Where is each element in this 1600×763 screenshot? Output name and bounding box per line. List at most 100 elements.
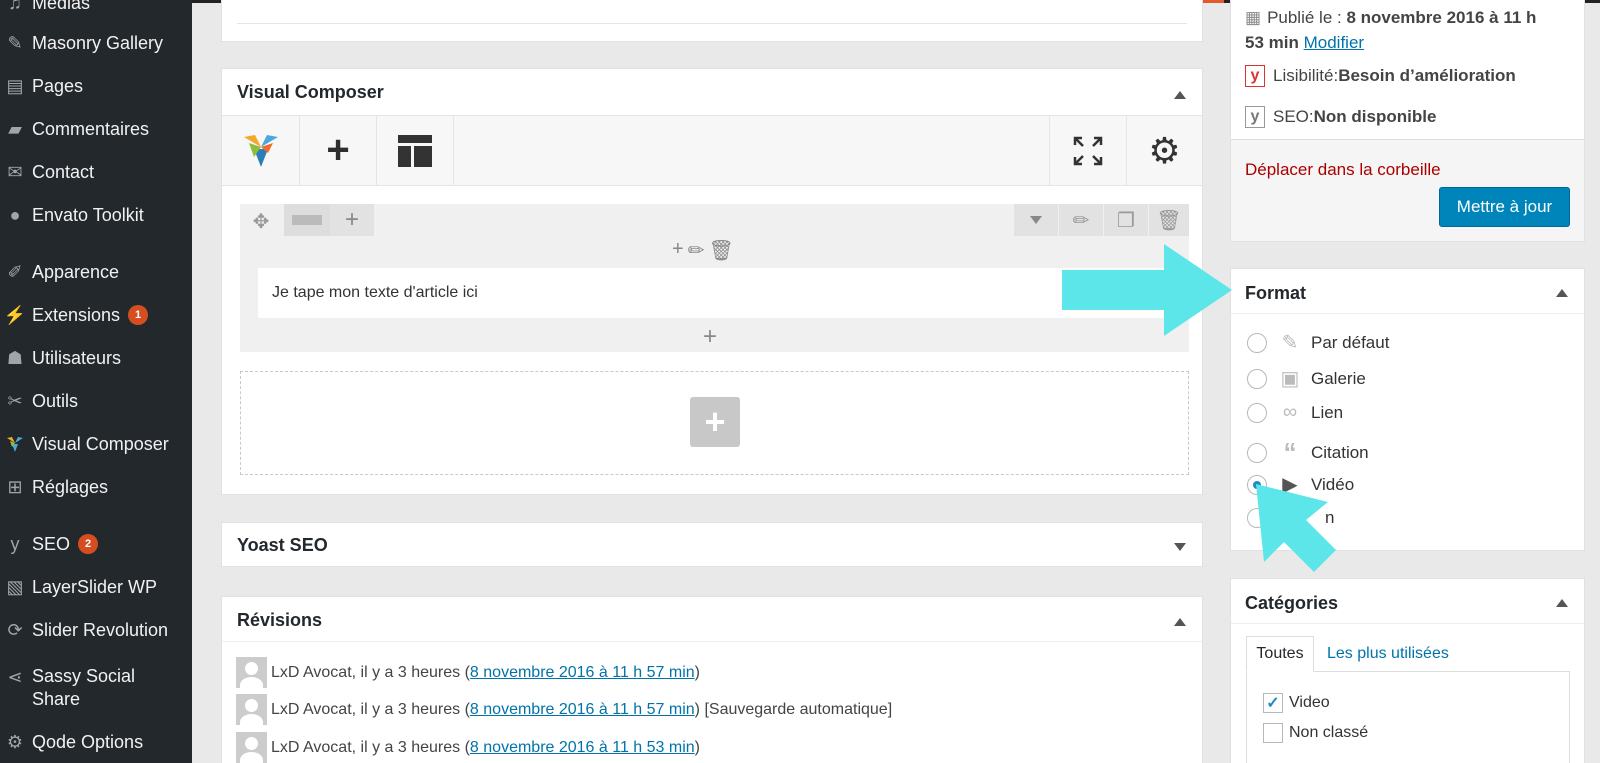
checkbox-checked[interactable]: ✓ <box>1263 693 1283 713</box>
sidebar-item-commentaires[interactable]: ▰ Commentaires <box>0 117 192 141</box>
calendar-icon: ▦ <box>1245 8 1262 27</box>
gear-icon: ⚙ <box>1148 129 1181 171</box>
brush-icon: ✐ <box>7 261 23 282</box>
sidebar-item-utilisateurs[interactable]: ☗ Utilisateurs <box>0 346 192 370</box>
vc-icon <box>0 435 32 453</box>
sidebar-item-reglages[interactable]: ⊞ Réglages <box>0 475 192 499</box>
revision-date-link[interactable]: 8 novembre 2016 à 11 h 53 min <box>470 739 695 757</box>
text-block-content: Je tape mon texte d'article ici <box>272 284 478 301</box>
mail-icon: ✉ <box>7 161 23 182</box>
sidebar-item-sassy-social-share[interactable]: ⋖ Sassy Social Share <box>0 665 192 713</box>
checkbox[interactable] <box>1263 723 1283 743</box>
radio-button[interactable] <box>1247 402 1267 423</box>
sidebar-item-extensions[interactable]: ⚡ Extensions 1 <box>0 303 192 327</box>
radio-button[interactable] <box>1247 442 1267 463</box>
move-to-trash-link[interactable]: Déplacer dans la corbeille <box>1245 160 1441 180</box>
plus-icon[interactable]: + <box>672 238 684 263</box>
gear-icon: ⚙ <box>6 731 24 752</box>
sidebar-item-visual-composer[interactable]: Visual Composer <box>0 432 192 456</box>
collapse-toggle-icon[interactable] <box>1556 289 1568 297</box>
revision-author: LxD Avocat, il y a 3 heures ( <box>271 738 470 756</box>
trash-icon[interactable]: 🗑 <box>708 238 733 263</box>
refresh-icon: ⟳ <box>7 619 23 640</box>
category-item-non-classe[interactable]: Non classé <box>1263 723 1368 743</box>
layout-template-icon <box>398 134 432 167</box>
fullscreen-button[interactable] <box>1049 116 1126 185</box>
pin-icon: ✎ <box>7 32 23 53</box>
sidebar-item-pages[interactable]: ▤ Pages <box>0 74 192 98</box>
yoast-title: Yoast SEO <box>237 535 328 555</box>
category-item-video[interactable]: ✓ Video <box>1263 693 1330 713</box>
format-option-default[interactable]: ✎ Par défaut <box>1247 330 1389 355</box>
add-element-in-column-icon[interactable]: + <box>703 323 717 351</box>
sidebar-item-envato-toolkit[interactable]: ● Envato Toolkit <box>0 203 192 227</box>
media-icon: ♫ <box>8 0 22 13</box>
yoast-red-icon: y <box>1245 65 1265 87</box>
add-element-button[interactable]: + <box>300 116 377 185</box>
sidebar-item-apparence[interactable]: ✐ Apparence <box>0 260 192 284</box>
sidebar-item-qode-options[interactable]: ⚙ Qode Options <box>0 730 192 754</box>
yoast-seo-box[interactable]: Yoast SEO <box>221 522 1203 567</box>
update-button[interactable]: Mettre à jour <box>1439 187 1570 227</box>
clone-row-button[interactable]: ❐ <box>1104 204 1148 236</box>
layers-icon: ▧ <box>6 576 24 597</box>
radio-button[interactable] <box>1247 332 1267 353</box>
edit-row-button[interactable]: ✏ <box>1059 204 1103 236</box>
yoast-gray-icon: y <box>1245 106 1265 128</box>
revision-date-link[interactable]: 8 novembre 2016 à 11 h 57 min <box>470 701 695 719</box>
revision-suffix: ) <box>694 663 700 681</box>
delete-row-button[interactable]: 🗑 <box>1149 204 1189 236</box>
yoast-icon: y <box>10 533 20 554</box>
drag-move-icon[interactable]: ✥ <box>244 208 278 234</box>
collapse-toggle-icon[interactable] <box>1174 618 1186 626</box>
text-block-element[interactable]: Je tape mon texte d'article ici <box>258 268 1174 318</box>
add-row-button[interactable]: + <box>690 397 740 447</box>
format-title: Format <box>1245 283 1307 303</box>
toggle-row-button[interactable] <box>1014 204 1058 236</box>
published-date: ▦ Publié le : 8 novembre 2016 à 11 h 53 m… <box>1245 8 1537 52</box>
modify-date-link[interactable]: Modifier <box>1304 33 1364 52</box>
pencil-icon[interactable]: ✏ <box>688 238 705 263</box>
format-option-link[interactable]: ∞ Lien <box>1247 401 1343 424</box>
editor-box-top <box>221 0 1203 42</box>
tab-most-used[interactable]: Les plus utilisées <box>1327 636 1449 672</box>
collapse-toggle-icon[interactable] <box>1556 599 1568 607</box>
templates-button[interactable] <box>377 116 454 185</box>
collapse-toggle-icon[interactable] <box>1174 91 1186 99</box>
format-option-gallery[interactable]: ▣ Galerie <box>1247 366 1366 391</box>
annotation-arrow-right-icon <box>1062 244 1232 336</box>
revision-date-link[interactable]: 8 novembre 2016 à 11 h 57 min <box>470 664 695 682</box>
vc-logo-button[interactable] <box>222 116 300 185</box>
seo-count-badge: 2 <box>78 534 99 554</box>
visual-composer-box: Visual Composer + ⚙ ✥ + ✏ ❐ 🗑 + ✏ 🗑 Je t… <box>221 68 1203 495</box>
add-column-button[interactable]: + <box>330 204 374 236</box>
revision-row: LxD Avocat, il y a 3 heures (8 novembre … <box>236 657 700 688</box>
format-option-quote[interactable]: “Citation <box>1247 437 1369 468</box>
comment-icon: ▰ <box>8 118 22 139</box>
readability-score: y Lisibilité: Besoin d’amélioration <box>1245 65 1516 87</box>
sidebar-item-contact[interactable]: ✉ Contact <box>0 160 192 184</box>
tab-all-categories[interactable]: Toutes <box>1246 636 1314 672</box>
sidebar-item-slider-revolution[interactable]: ⟳ Slider Revolution <box>0 618 192 642</box>
vc-settings-button[interactable]: ⚙ <box>1126 116 1202 185</box>
avatar <box>236 732 267 763</box>
gallery-icon: ▣ <box>1280 368 1300 390</box>
plus-icon: + <box>344 206 359 233</box>
user-icon: ☗ <box>6 347 24 368</box>
publish-box: ▦ Publié le : 8 novembre 2016 à 11 h 53 m… <box>1230 0 1585 242</box>
columns-icon <box>292 215 322 225</box>
row-layout-button[interactable] <box>284 204 330 236</box>
add-row-placeholder[interactable]: + <box>240 371 1189 475</box>
column-controls: + ✏ 🗑 <box>672 238 734 263</box>
sidebar-item-layerslider[interactable]: ▧ LayerSlider WP <box>0 575 192 599</box>
expand-toggle-icon[interactable] <box>1174 543 1186 551</box>
radio-button[interactable] <box>1247 368 1267 389</box>
copy-icon: ❐ <box>1117 209 1135 232</box>
divider <box>237 23 1187 24</box>
sidebar-item-seo[interactable]: y SEO 2 <box>0 532 192 556</box>
sidebar-item-medias[interactable]: ♫ Médias <box>0 0 192 14</box>
sidebar-item-masonry-gallery[interactable]: ✎ Masonry Gallery <box>0 31 192 55</box>
sidebar-item-outils[interactable]: ✂ Outils <box>0 389 192 413</box>
chevron-down-icon <box>1030 216 1042 224</box>
revision-author: LxD Avocat, il y a 3 heures ( <box>271 663 470 681</box>
